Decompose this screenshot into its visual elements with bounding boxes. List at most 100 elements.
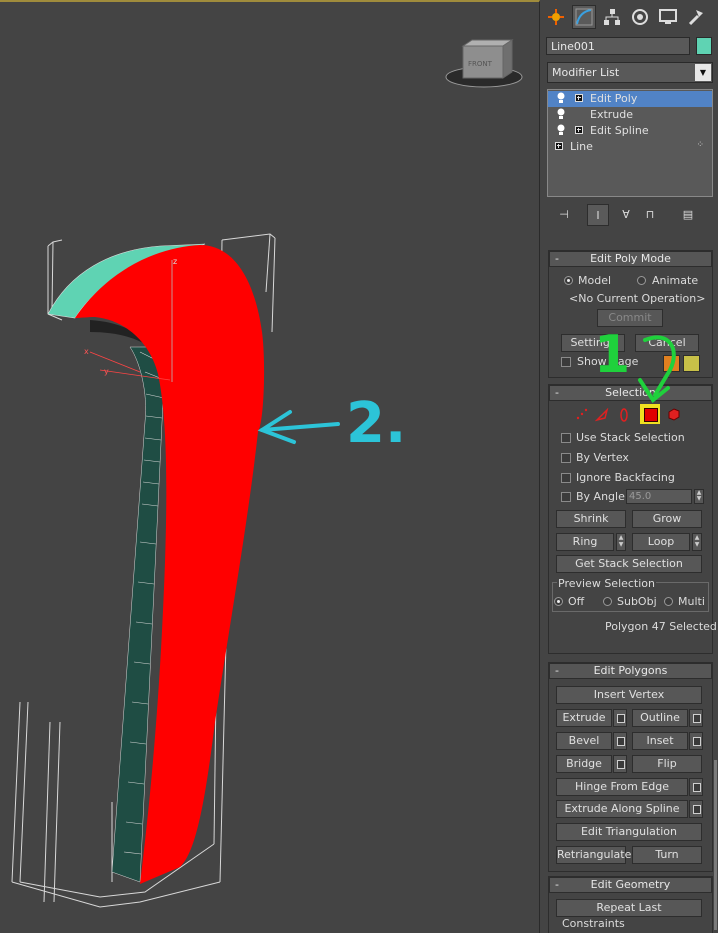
retriangulate-button[interactable]: Retriangulate: [556, 846, 631, 864]
loop-spinner[interactable]: ▲ ▼: [692, 533, 702, 551]
svg-text:x: x: [84, 347, 89, 356]
shrink-button[interactable]: Shrink: [556, 510, 626, 528]
viewport-scene[interactable]: z x y FRONT 2.: [0, 2, 540, 933]
animate-label: Animate: [652, 274, 699, 287]
insert-vertex-button[interactable]: Insert Vertex: [556, 686, 702, 704]
cage-color-swatch-2[interactable]: [683, 355, 700, 372]
use-stack-selection-checkbox[interactable]: [561, 433, 571, 443]
cage-color-swatch-1[interactable]: [663, 355, 680, 372]
extrude-settings-icon[interactable]: [613, 709, 627, 727]
inset-button[interactable]: Inset: [632, 732, 688, 750]
lightbulb-icon[interactable]: [556, 124, 566, 136]
model-radio[interactable]: [564, 276, 573, 285]
edit-geometry-header[interactable]: - Edit Geometry: [549, 877, 712, 893]
preview-selection-label: Preview Selection: [557, 577, 657, 590]
stack-item-edit-poly[interactable]: Edit Poly: [548, 91, 712, 107]
command-panel-tabs: [544, 5, 714, 31]
bridge-settings-icon[interactable]: [613, 755, 627, 773]
edit-poly-mode-header[interactable]: - Edit Poly Mode: [549, 251, 712, 267]
motion-tab-icon[interactable]: [628, 5, 652, 29]
selection-header[interactable]: - Selection: [549, 385, 712, 401]
stack-item-edit-spline[interactable]: Edit Spline: [548, 123, 712, 139]
show-end-result-icon[interactable]: I: [587, 204, 609, 226]
panel-scrollbar[interactable]: [714, 760, 717, 930]
show-cage-checkbox[interactable]: [561, 357, 571, 367]
turn-button[interactable]: Turn: [632, 846, 702, 864]
selection-rollout: - Selection Use Stack Selection By Verte…: [548, 384, 717, 654]
hinge-from-edge-button[interactable]: Hinge From Edge: [556, 778, 688, 796]
expand-icon[interactable]: [575, 126, 583, 134]
ring-button[interactable]: Ring: [556, 533, 614, 551]
vertex-icon[interactable]: [575, 408, 589, 425]
create-tab-icon[interactable]: [544, 5, 568, 29]
edit-geometry-rollout: - Edit Geometry Repeat Last Constraints: [548, 876, 713, 933]
hierarchy-tab-icon[interactable]: [600, 5, 624, 29]
stack-item-extrude[interactable]: Extrude: [548, 107, 712, 123]
selection-status-text: Polygon 47 Selected: [605, 620, 717, 633]
animate-radio[interactable]: [637, 276, 646, 285]
cancel-button[interactable]: Cancel: [635, 334, 699, 352]
outline-button[interactable]: Outline: [632, 709, 688, 727]
edge-icon[interactable]: [594, 407, 609, 425]
flip-button[interactable]: Flip: [632, 755, 702, 773]
chevron-down-icon[interactable]: ▼: [695, 64, 711, 81]
extrude-button[interactable]: Extrude: [556, 709, 612, 727]
preview-multi-radio[interactable]: [664, 597, 673, 606]
stack-toolbar: ⊣ I ∀ ⊓ ▤: [550, 204, 714, 226]
border-icon[interactable]: [617, 408, 631, 425]
inset-settings-icon[interactable]: [689, 732, 703, 750]
polygon-icon[interactable]: [640, 404, 660, 424]
modifier-list-label: Modifier List: [552, 66, 620, 79]
hinge-settings-icon[interactable]: [689, 778, 703, 796]
edit-polygons-header[interactable]: - Edit Polygons: [549, 663, 712, 679]
angle-spinner-field[interactable]: 45.0: [626, 489, 692, 504]
ring-spinner[interactable]: ▲ ▼: [616, 533, 626, 551]
annotation-step2-label: 2.: [346, 391, 406, 456]
object-color-swatch[interactable]: [696, 37, 712, 55]
settings-button[interactable]: Settings: [561, 334, 625, 352]
viewcube-icon: FRONT: [445, 39, 523, 88]
model-label: Model: [578, 274, 612, 287]
by-vertex-checkbox[interactable]: [561, 453, 571, 463]
preview-subobj-radio[interactable]: [603, 597, 612, 606]
pin-stack-icon[interactable]: ⊣: [554, 204, 574, 224]
selected-polygon-face: [75, 245, 265, 884]
ignore-backfacing-checkbox[interactable]: [561, 473, 571, 483]
element-icon[interactable]: [667, 407, 681, 424]
object-name-field[interactable]: Line001: [546, 37, 690, 55]
bevel-settings-icon[interactable]: [613, 732, 627, 750]
bevel-button[interactable]: Bevel: [556, 732, 612, 750]
utilities-tab-icon[interactable]: [684, 5, 708, 29]
grow-button[interactable]: Grow: [632, 510, 702, 528]
modifier-list-dropdown[interactable]: Modifier List ▼: [547, 62, 713, 83]
by-vertex-label: By Vertex: [576, 451, 629, 464]
modify-tab-icon[interactable]: [572, 5, 596, 29]
lightbulb-icon[interactable]: [556, 92, 566, 104]
make-unique-icon[interactable]: ∀: [616, 204, 636, 224]
ignore-backfacing-label: Ignore Backfacing: [576, 471, 675, 484]
expand-icon[interactable]: [575, 94, 583, 102]
extrude-along-spline-settings-icon[interactable]: [689, 800, 703, 818]
configure-sets-icon[interactable]: ▤: [678, 204, 698, 224]
perspective-viewport[interactable]: z x y FRONT 2.: [0, 0, 540, 933]
repeat-last-button[interactable]: Repeat Last: [556, 899, 702, 917]
stack-item-line[interactable]: Line ⁘: [548, 139, 712, 155]
by-angle-checkbox[interactable]: [561, 492, 571, 502]
loop-button[interactable]: Loop: [632, 533, 690, 551]
lightbulb-icon[interactable]: [556, 108, 566, 120]
edit-triangulation-button[interactable]: Edit Triangulation: [556, 823, 702, 841]
get-stack-selection-button[interactable]: Get Stack Selection: [556, 555, 702, 573]
remove-modifier-icon[interactable]: ⊓: [640, 204, 660, 224]
stack-item-label: Edit Spline: [590, 124, 649, 137]
bridge-button[interactable]: Bridge: [556, 755, 612, 773]
display-tab-icon[interactable]: [656, 5, 680, 29]
outline-settings-icon[interactable]: [689, 709, 703, 727]
collapse-icon: -: [555, 664, 559, 677]
rollout-title: Edit Geometry: [590, 878, 671, 891]
preview-off-radio[interactable]: [554, 597, 563, 606]
expand-icon[interactable]: [555, 142, 563, 150]
extrude-along-spline-button[interactable]: Extrude Along Spline: [556, 800, 688, 818]
svg-text:z: z: [173, 257, 177, 266]
angle-spinner-arrows[interactable]: ▲ ▼: [694, 489, 704, 504]
commit-button[interactable]: Commit: [597, 309, 663, 327]
